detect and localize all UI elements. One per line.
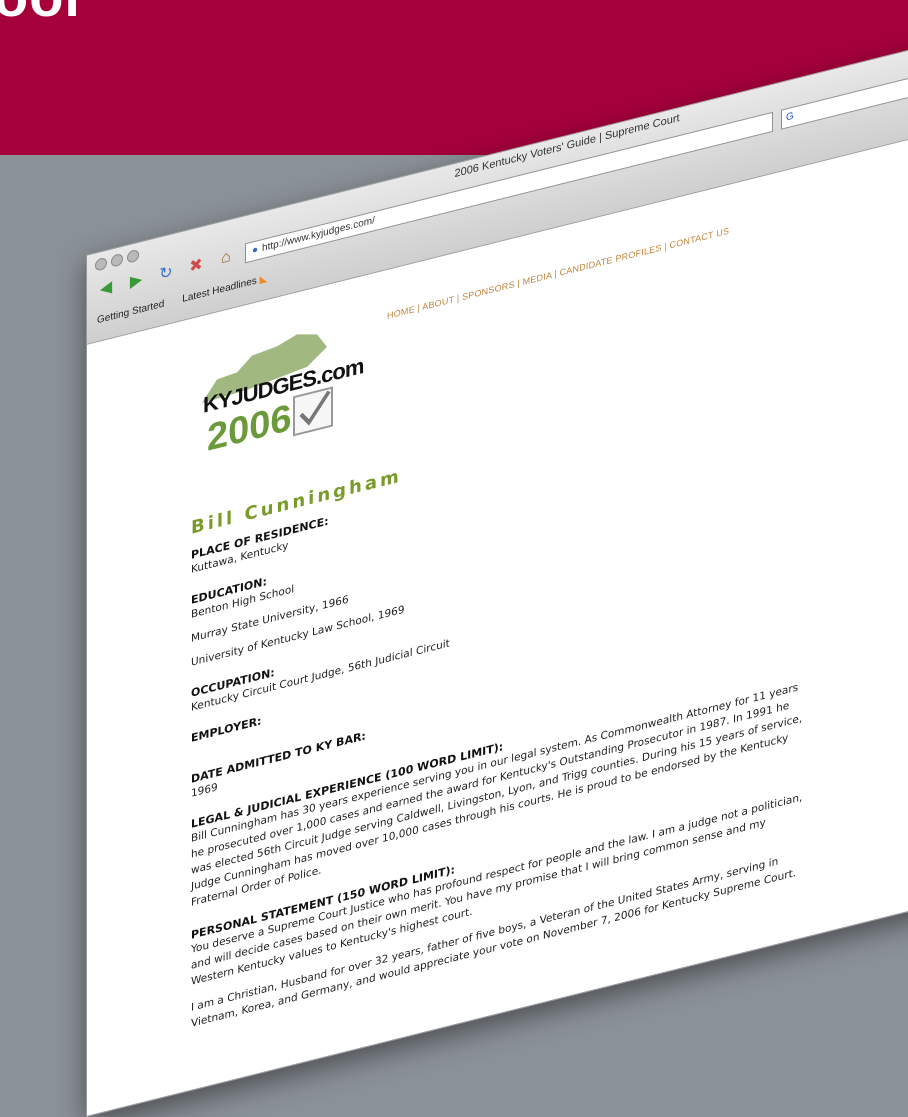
site-logo[interactable]: KYJUDGES.com 2006 — [197, 317, 363, 474]
reload-icon[interactable]: ↻ — [155, 259, 177, 286]
bookmark-latest-headlines[interactable]: Latest Headlines ◣ — [182, 273, 267, 305]
browser-window: 2006 Kentucky Voters' Guide | Supreme Co… — [86, 15, 908, 1117]
stop-icon[interactable]: ✖ — [185, 252, 207, 279]
nav-candidate-profiles[interactable]: CANDIDATE PROFILES — [560, 242, 662, 277]
nav-media[interactable]: MEDIA — [523, 270, 552, 287]
site-icon: ● — [252, 244, 259, 257]
back-icon[interactable]: ◀ — [95, 274, 117, 301]
banner-title: oor — [0, 0, 87, 29]
home-icon[interactable]: ⌂ — [215, 244, 237, 271]
rss-icon: ◣ — [259, 272, 268, 286]
nav-about[interactable]: ABOUT — [422, 294, 454, 312]
nav-home[interactable]: HOME — [387, 304, 415, 321]
bookmark-label: Latest Headlines — [182, 275, 257, 305]
forward-icon[interactable]: ▶ — [125, 267, 147, 294]
nav-contact-us[interactable]: CONTACT US — [670, 226, 730, 251]
nav-sponsors[interactable]: SPONSORS — [462, 279, 515, 302]
candidate-profile: Bill Cunningham PLACE OF RESIDENCE: Kutt… — [191, 363, 811, 1032]
checkmark-icon — [293, 386, 333, 437]
bookmark-getting-started[interactable]: Getting Started — [97, 298, 164, 326]
